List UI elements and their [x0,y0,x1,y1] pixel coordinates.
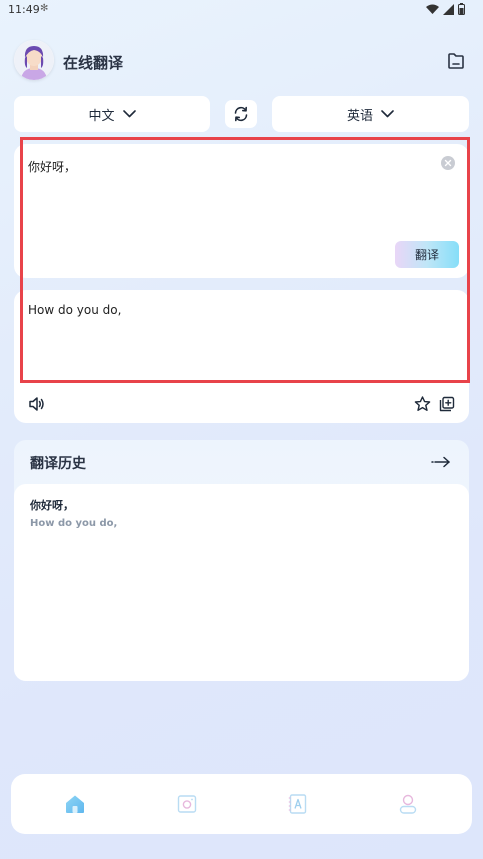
arrow-right-icon [431,456,450,468]
history-source-text: 你好呀， [30,499,74,512]
battery-icon [458,3,465,15]
history-title: 翻译历史 [30,456,86,472]
status-bar: 11:49 ✻ [0,0,483,22]
bottom-tab-bar [11,774,472,834]
translation-output: How do you do, [28,303,122,317]
source-language-label: 中文 [88,108,115,124]
output-actions [14,396,469,416]
camera-icon [177,795,197,813]
signal-icon [443,3,454,15]
star-icon[interactable] [414,396,431,412]
language-bar: 中文 英语 [14,96,469,132]
swap-icon [234,106,248,122]
avatar-icon [14,40,54,80]
copy-icon[interactable] [439,396,455,412]
tab-profile[interactable] [396,792,420,816]
chevron-down-icon [122,110,136,118]
target-language-select[interactable]: 英语 [272,96,469,132]
profile-icon [399,794,417,814]
source-text-input[interactable]: 你好呀， [28,158,76,175]
speaker-icon[interactable] [28,396,46,412]
header: 在线翻译 [14,40,469,82]
history-card: 翻译历史 你好呀， How do you do, [14,440,469,681]
close-icon [444,159,452,167]
input-card: 你好呀， 翻译 [14,144,469,278]
output-card: How do you do, [14,290,469,423]
folder-icon [448,53,464,69]
home-icon [66,795,84,813]
status-time: 11:49 [8,3,40,16]
tab-home[interactable] [63,792,87,816]
dictionary-icon [288,794,307,814]
history-translation-text: How do you do, [30,518,118,529]
clear-button[interactable] [441,156,455,170]
list-item[interactable]: 你好呀， How do you do, [30,497,117,529]
history-list: 你好呀， How do you do, [14,484,469,681]
target-language-label: 英语 [346,108,373,124]
swap-languages-button[interactable] [225,100,257,128]
source-language-select[interactable]: 中文 [14,96,210,132]
avatar[interactable] [14,40,54,80]
tab-dictionary[interactable] [286,792,310,816]
history-more-button[interactable] [431,453,451,472]
files-button[interactable] [445,50,467,72]
status-icons [426,3,465,15]
status-settings-icon: ✻ [40,3,49,14]
wifi-icon [426,4,439,14]
translate-button[interactable]: 翻译 [395,241,459,268]
chevron-down-icon [381,110,394,118]
page-title: 在线翻译 [63,54,124,72]
tab-camera[interactable] [175,792,199,816]
